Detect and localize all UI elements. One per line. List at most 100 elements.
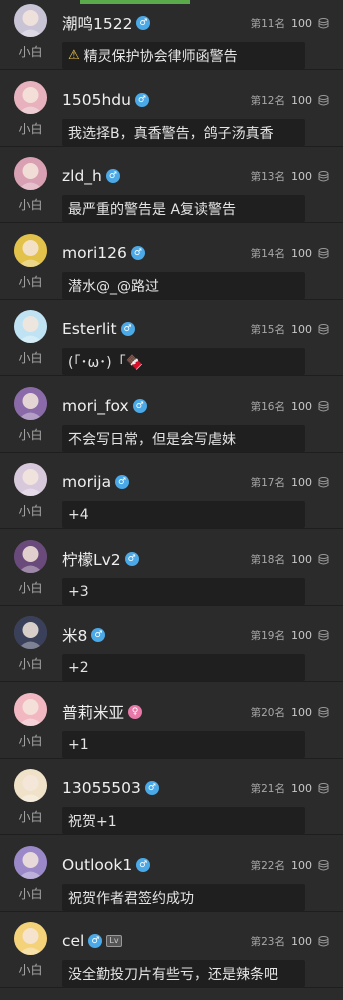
coin-stack-icon	[318, 171, 329, 182]
avatar-image	[14, 81, 47, 114]
comment-text: 不会写日常，但是会写虐妹	[68, 431, 236, 448]
avatar[interactable]	[14, 4, 47, 37]
ranking-row[interactable]: 小白 zld_h ♂ 第13名 100 最严重的警告是 A复读警告	[0, 147, 343, 223]
username[interactable]: Esterlit	[62, 320, 117, 338]
username[interactable]: zld_h	[62, 167, 102, 185]
comment-bubble[interactable]: 祝贺+1	[62, 807, 305, 834]
rank-position: 第17名	[250, 477, 285, 489]
user-level-tag: 小白	[18, 428, 43, 442]
male-icon: ♂	[136, 16, 151, 30]
score-value: 100	[291, 706, 312, 719]
comment-bubble[interactable]: (「･ω･)「🍫	[62, 348, 305, 375]
coin-stack-icon	[318, 554, 329, 565]
comment-text: 潜水@_@路过	[68, 278, 159, 295]
user-level-tag: 小白	[18, 657, 43, 671]
avatar[interactable]	[14, 81, 47, 114]
comment-bubble[interactable]: 不会写日常，但是会写虐妹	[62, 425, 305, 452]
username[interactable]: 普莉米亚	[62, 701, 124, 723]
score-value: 100	[291, 859, 312, 872]
ranking-row[interactable]: 小白 Esterlit ♂ 第15名 100 (「･ω･)「🍫	[0, 300, 343, 376]
ranking-row[interactable]: 小白 cel ♂ Lv 第23名 100 没全勤投刀片有些亏，还是辣条吧	[0, 912, 343, 988]
rank-position: 第23名	[250, 936, 285, 948]
comment-bubble[interactable]: +2	[62, 654, 305, 681]
username[interactable]: 柠檬Lv2	[62, 548, 121, 570]
avatar[interactable]	[14, 846, 47, 879]
rank-position: 第20名	[250, 707, 285, 719]
avatar[interactable]	[14, 157, 47, 190]
ranking-row[interactable]: 小白 普莉米亚 ♀ 第20名 100 +1	[0, 683, 343, 759]
username[interactable]: 1505hdu	[62, 91, 131, 109]
score-value: 100	[291, 323, 312, 336]
comment-bubble[interactable]: +3	[62, 578, 305, 605]
comment-bubble[interactable]: 我选择B，真香警告，鸽子汤真香	[62, 119, 305, 146]
username[interactable]: Outlook1	[62, 856, 132, 874]
score-value: 100	[291, 629, 312, 642]
comment-bubble[interactable]: +1	[62, 731, 305, 758]
user-level-tag: 小白	[18, 275, 43, 289]
avatar-image	[14, 769, 47, 802]
ranking-row[interactable]: 小白 mori126 ♂ 第14名 100 潜水@_@路过	[0, 224, 343, 300]
avatar-image	[14, 846, 47, 879]
avatar-image	[14, 463, 47, 496]
comment-bubble[interactable]: 潜水@_@路过	[62, 272, 305, 299]
comment-bubble[interactable]: +4	[62, 501, 305, 528]
avatar[interactable]	[14, 616, 47, 649]
rank-position: 第16名	[250, 401, 285, 413]
avatar[interactable]	[14, 310, 47, 343]
rank-meta: 第21名 100	[251, 781, 329, 796]
comment-text: 我选择B，真香警告，鸽子汤真香	[68, 125, 274, 142]
name-line: 柠檬Lv2 ♂	[62, 549, 139, 569]
rank-meta: 第17名 100	[251, 475, 329, 490]
rank-position: 第13名	[250, 171, 285, 183]
user-level-tag: 小白	[18, 734, 43, 748]
male-icon: ♂	[120, 322, 135, 336]
ranking-row[interactable]: 小白 Outlook1 ♂ 第22名 100 祝贺作者君签约成功	[0, 836, 343, 912]
score-value: 100	[291, 400, 312, 413]
ranking-row[interactable]: 小白 1505hdu ♂ 第12名 100 我选择B，真香警告，鸽子汤真香	[0, 71, 343, 147]
avatar[interactable]	[14, 769, 47, 802]
username[interactable]: 潮鸣1522	[62, 12, 132, 34]
score-value: 100	[291, 170, 312, 183]
score-value: 100	[291, 553, 312, 566]
male-icon: ♂	[105, 169, 120, 183]
avatar[interactable]	[14, 922, 47, 955]
rank-meta: 第20名 100	[251, 705, 329, 720]
ranking-row[interactable]: 小白 morija ♂ 第17名 100 +4	[0, 453, 343, 529]
user-level-tag: 小白	[18, 810, 43, 824]
ranking-row[interactable]: 小白 米8 ♂ 第19名 100 +2	[0, 606, 343, 682]
comment-text: 祝贺作者君签约成功	[68, 890, 194, 907]
comment-bubble[interactable]: 祝贺作者君签约成功	[62, 884, 305, 911]
name-line: 13055503 ♂	[62, 778, 159, 798]
avatar[interactable]	[14, 693, 47, 726]
username[interactable]: mori126	[62, 244, 127, 262]
comment-bubble[interactable]: 最严重的警告是 A复读警告	[62, 195, 305, 222]
username[interactable]: morija	[62, 473, 111, 491]
username[interactable]: cel	[62, 932, 84, 950]
comment-text: 祝贺+1	[68, 813, 117, 830]
ranking-row[interactable]: 小白 mori_fox ♂ 第16名 100 不会写日常，但是会写虐妹	[0, 377, 343, 453]
avatar[interactable]	[14, 387, 47, 420]
rank-meta: 第12名 100	[251, 93, 329, 108]
male-icon: ♂	[136, 858, 151, 872]
comment-text: 最严重的警告是 A复读警告	[68, 201, 237, 218]
male-icon: ♂	[91, 628, 106, 642]
rank-position: 第22名	[250, 860, 285, 872]
username[interactable]: mori_fox	[62, 397, 129, 415]
male-icon: ♂	[124, 552, 139, 566]
warning-icon: ⚠	[68, 48, 80, 63]
score-value: 100	[291, 782, 312, 795]
username[interactable]: 13055503	[62, 779, 141, 797]
ranking-row[interactable]: 小白 潮鸣1522 ♂ 第11名 100 ⚠ 精灵保护协会律师函警告	[0, 0, 343, 70]
comment-text: 没全勤投刀片有些亏，还是辣条吧	[68, 966, 278, 983]
coin-stack-icon	[318, 707, 329, 718]
username[interactable]: 米8	[62, 624, 87, 646]
comment-text: +1	[68, 736, 89, 753]
ranking-row[interactable]: 小白 柠檬Lv2 ♂ 第18名 100 +3	[0, 530, 343, 606]
avatar[interactable]	[14, 540, 47, 573]
comment-bubble[interactable]: ⚠ 精灵保护协会律师函警告	[62, 42, 305, 69]
comment-bubble[interactable]: 没全勤投刀片有些亏，还是辣条吧	[62, 960, 305, 987]
avatar[interactable]	[14, 234, 47, 267]
ranking-row[interactable]: 小白 13055503 ♂ 第21名 100 祝贺+1	[0, 759, 343, 835]
avatar[interactable]	[14, 463, 47, 496]
score-value: 100	[291, 94, 312, 107]
